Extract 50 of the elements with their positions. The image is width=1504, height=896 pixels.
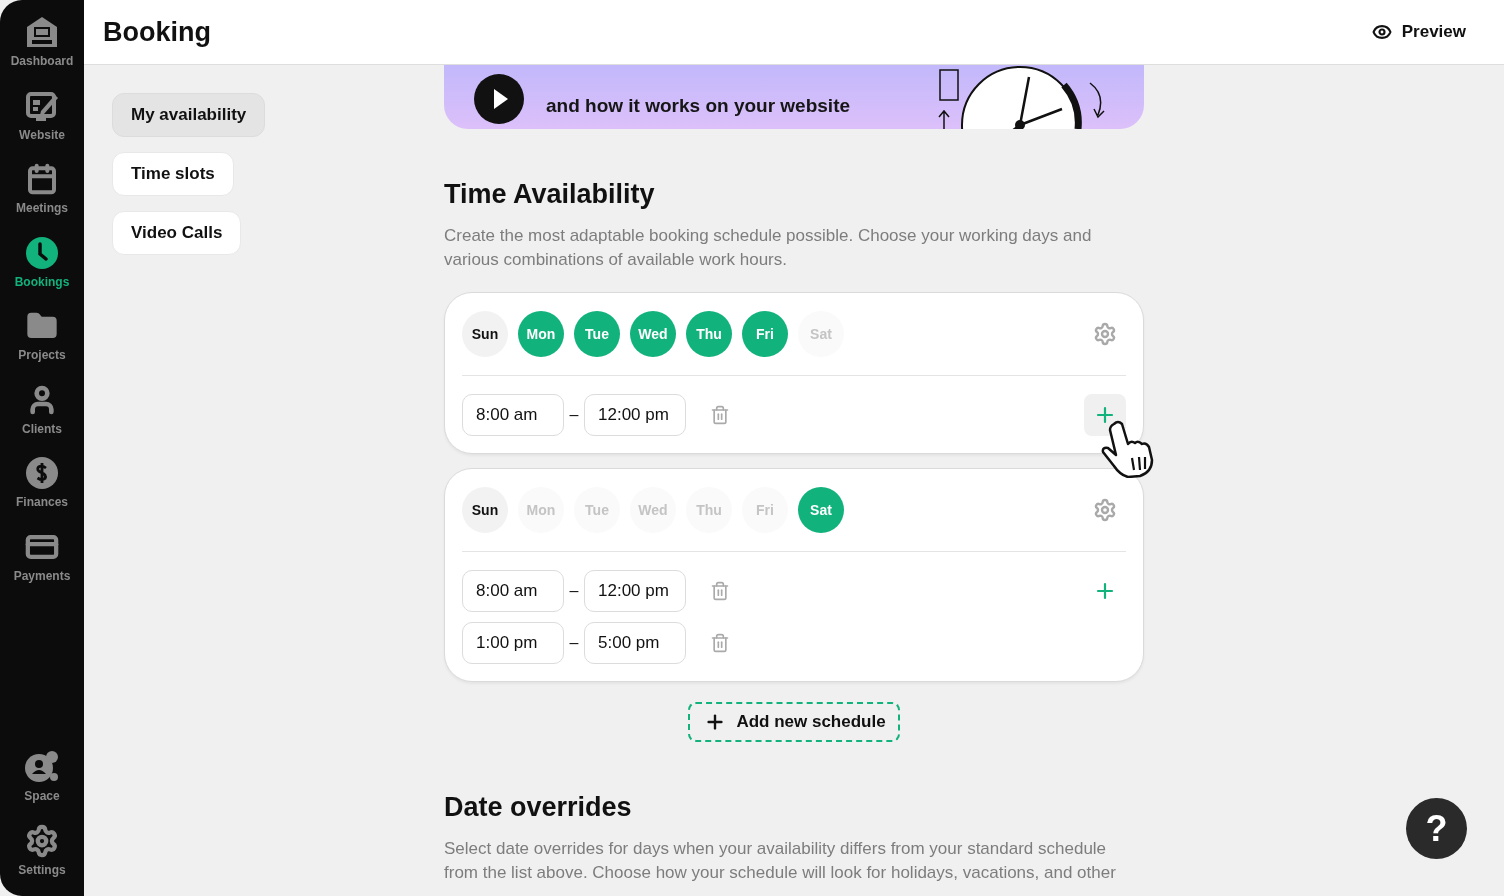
day-toggle[interactable]: Sun xyxy=(462,487,508,533)
sidebar-item[interactable]: Payments xyxy=(13,528,71,602)
end-time-field[interactable]: 12:00 pm xyxy=(584,570,686,612)
people-icon xyxy=(24,749,60,785)
range-dash: – xyxy=(568,634,580,652)
sidebar-item[interactable]: Finances xyxy=(16,455,68,529)
start-time-field[interactable]: 1:00 pm xyxy=(462,622,564,664)
section-heading: Date overrides xyxy=(444,792,633,823)
sidebar-item[interactable]: Settings xyxy=(18,822,66,896)
sidebar-item[interactable]: Bookings xyxy=(14,234,70,308)
page-title: Booking xyxy=(103,16,212,48)
delete-button[interactable] xyxy=(710,405,730,425)
settings-icon xyxy=(1093,322,1117,346)
sidebar-item[interactable]: Clients xyxy=(22,381,62,455)
subnav-tab[interactable]: Video Calls xyxy=(112,211,242,255)
subnav-tab[interactable]: Time slots xyxy=(112,152,234,196)
video-banner[interactable]: and how it works on your website xyxy=(444,65,1144,129)
eye-icon xyxy=(1371,22,1392,42)
settings-icon xyxy=(1093,498,1117,522)
sidebar-item[interactable]: Projects xyxy=(18,308,66,382)
range-dash: – xyxy=(568,582,580,600)
range-dash: – xyxy=(568,406,580,424)
preview-button[interactable]: Preview xyxy=(1367,18,1470,46)
delete-button[interactable] xyxy=(710,581,730,601)
section-description: Select date overrides for days when your availability differs from your standard schedule from the list above. Choose how your schedule will look for holidays, vacations, and other xyxy=(444,838,1117,884)
help-button[interactable]: ? xyxy=(1406,798,1467,859)
banner-text: and how it works on your website xyxy=(546,94,852,117)
sidebar-item[interactable]: Space xyxy=(24,749,60,823)
trash-icon xyxy=(710,633,730,653)
add-schedule-button[interactable]: Add new schedule xyxy=(688,702,900,742)
sidebar-item[interactable]: Website xyxy=(19,87,65,161)
end-time-field[interactable]: 12:00 pm xyxy=(584,394,686,436)
sidebar-item[interactable]: Dashboard xyxy=(10,14,74,88)
home-icon xyxy=(25,15,59,49)
dollar-icon xyxy=(25,456,59,490)
trash-icon xyxy=(710,581,730,601)
section-heading: Time Availability xyxy=(444,179,656,210)
delete-button[interactable] xyxy=(710,633,730,653)
trash-icon xyxy=(710,405,730,425)
end-time-field[interactable]: 5:00 pm xyxy=(584,622,686,664)
play-icon[interactable] xyxy=(474,74,524,124)
clock-icon xyxy=(25,235,59,270)
settings-icon xyxy=(25,823,59,858)
day-toggle[interactable]: Sun xyxy=(462,311,508,357)
start-time-field[interactable]: 8:00 am xyxy=(462,394,564,436)
start-time-field[interactable]: 8:00 am xyxy=(462,570,564,612)
sidebar-item[interactable]: Meetings xyxy=(16,161,68,235)
subnav-tab[interactable]: My availability xyxy=(112,93,266,137)
section-description: Create the most adaptable booking schedule possible. Choose your working days and various combinations of available work hours. xyxy=(444,225,1093,271)
calendar-icon xyxy=(26,163,58,195)
